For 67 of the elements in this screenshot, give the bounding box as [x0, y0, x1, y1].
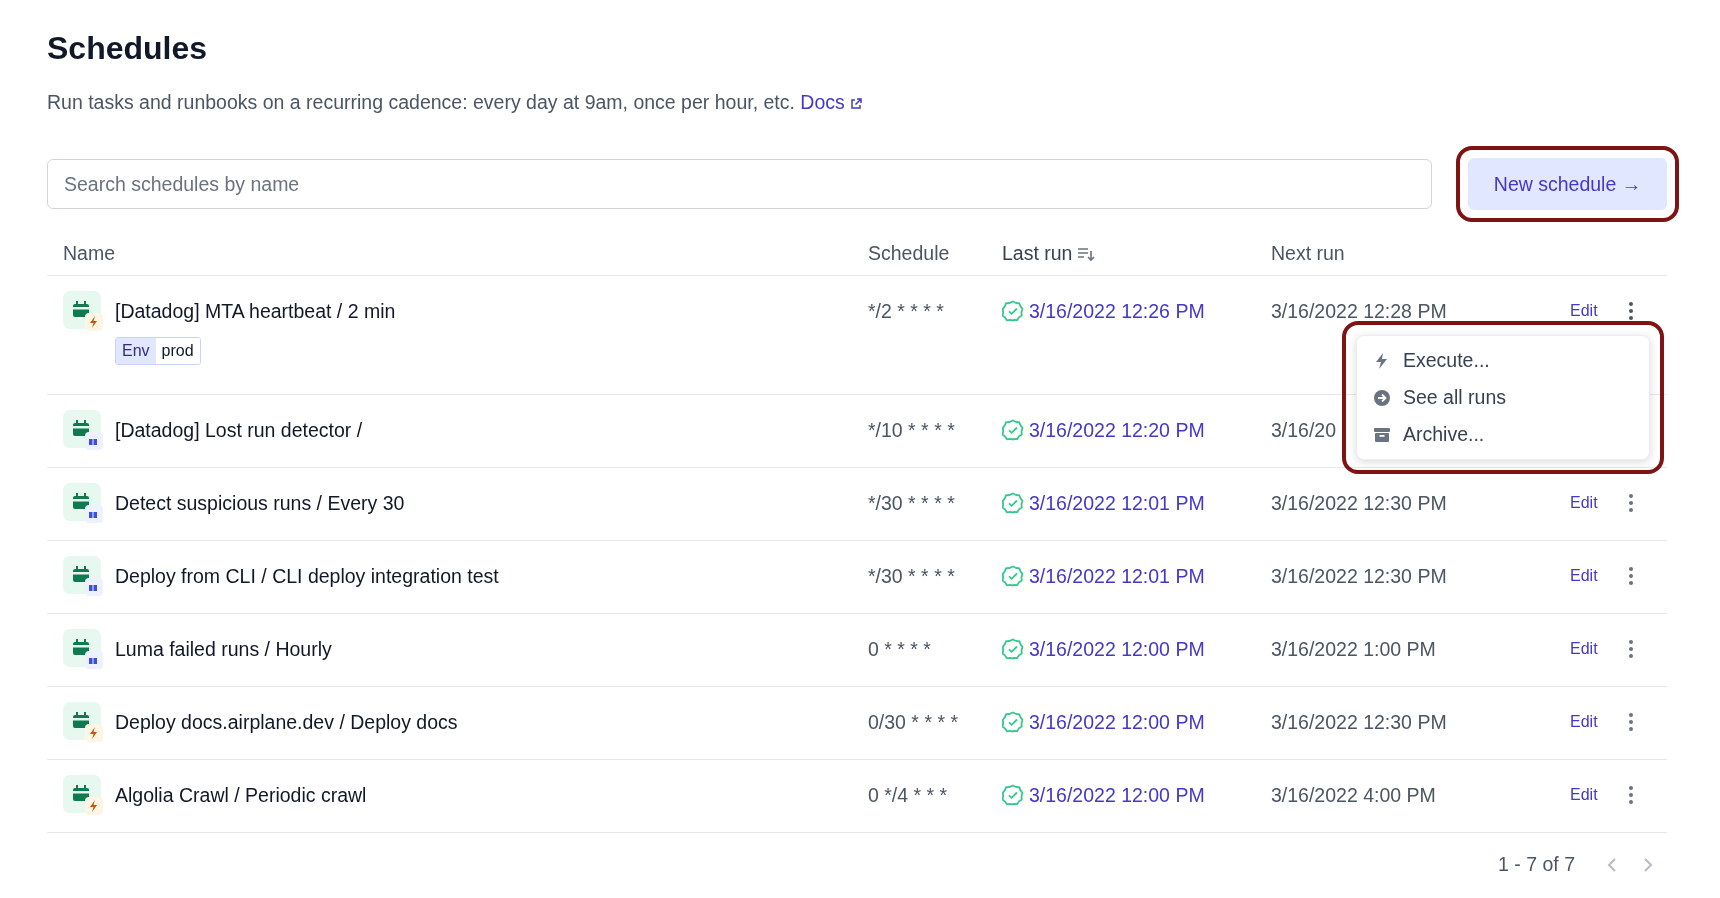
arrow-circle-icon: [1373, 388, 1391, 407]
chevron-left-icon: [1607, 856, 1617, 873]
page-title: Schedules: [47, 30, 209, 67]
more-vertical-icon: [1629, 302, 1633, 320]
cron-expression: */30 * * * *: [868, 564, 955, 588]
more-vertical-icon: [1629, 786, 1633, 804]
next-run-time: 3/16/2022 12:30 PM: [1271, 491, 1447, 515]
last-run-link[interactable]: 3/16/2022 12:01 PM: [1029, 491, 1205, 515]
schedule-name[interactable]: Deploy docs.airplane.dev / Deploy docs: [115, 702, 458, 742]
menu-item[interactable]: See all runs: [1357, 379, 1649, 416]
cron-expression: */30 * * * *: [868, 491, 955, 515]
edit-link[interactable]: Edit: [1570, 494, 1598, 512]
external-link-icon: [849, 98, 862, 110]
cron-expression: 0/30 * * * *: [868, 710, 958, 734]
schedule-icon: [63, 410, 105, 452]
edit-link[interactable]: Edit: [1570, 786, 1598, 804]
page-description: Run tasks and runbooks on a recurring cadence: every day at 9am, once per hour, etc. Docs: [47, 91, 1667, 114]
archive-icon: [1373, 425, 1391, 444]
last-run-link[interactable]: 3/16/2022 12:26 PM: [1029, 299, 1205, 323]
cron-expression: */10 * * * *: [868, 418, 955, 442]
schedule-icon: [63, 775, 105, 817]
schedule-icon: [63, 629, 105, 671]
schedule-name[interactable]: Deploy from CLI / CLI deploy integration test: [115, 556, 499, 596]
cron-expression: 0 * * * *: [868, 637, 931, 661]
more-vertical-icon: [1629, 713, 1633, 731]
menu-item[interactable]: Archive...: [1357, 416, 1649, 453]
menu-item[interactable]: Execute...: [1357, 342, 1649, 379]
next-run-time: 3/16/2022 1:00 PM: [1271, 637, 1436, 661]
edit-link[interactable]: Edit: [1570, 567, 1598, 585]
schedule-name[interactable]: [Datadog] Lost run detector /: [115, 410, 363, 450]
more-vertical-icon: [1629, 567, 1633, 585]
schedule-icon: [63, 291, 105, 333]
column-header[interactable]: Last run: [1002, 242, 1073, 265]
edit-link[interactable]: Edit: [1570, 302, 1598, 320]
schedule-name[interactable]: Luma failed runs / Hourly: [115, 629, 332, 669]
tag-key: Env: [116, 338, 156, 364]
schedule-icon: [63, 483, 105, 525]
page-range: 1 - 7 of 7: [1498, 853, 1575, 876]
more-vertical-icon: [1629, 640, 1633, 658]
next-run-time: 3/16/2022 12:28 PM: [1271, 299, 1447, 323]
next-run-time: 3/16/2022 4:00 PM: [1271, 783, 1436, 807]
last-run-link[interactable]: 3/16/2022 12:01 PM: [1029, 564, 1205, 588]
new-schedule-button[interactable]: New schedule →: [1468, 158, 1667, 210]
next-run-time: 3/16/2022 12:30 PM: [1271, 710, 1447, 734]
schedule-name[interactable]: Detect suspicious runs / Every 30: [115, 483, 405, 523]
next-run-time: 3/16/20: [1271, 418, 1337, 442]
schedule-icon: [63, 556, 105, 598]
sort-icon: [1077, 245, 1096, 262]
schedule-name[interactable]: Algolia Crawl / Periodic crawl: [115, 775, 367, 815]
cron-expression: */2 * * * *: [868, 299, 944, 323]
column-header[interactable]: Next run: [1271, 242, 1345, 265]
search-field[interactable]: Search schedules by name: [47, 159, 1432, 209]
edit-link[interactable]: Edit: [1570, 713, 1598, 731]
last-run-link[interactable]: 3/16/2022 12:20 PM: [1029, 418, 1205, 442]
column-header[interactable]: Schedule: [868, 242, 950, 265]
cron-expression: 0 */4 * * *: [868, 783, 948, 807]
last-run-link[interactable]: 3/16/2022 12:00 PM: [1029, 783, 1205, 807]
schedule-name[interactable]: [Datadog] MTA heartbeat / 2 min: [115, 291, 396, 331]
last-run-link[interactable]: 3/16/2022 12:00 PM: [1029, 637, 1205, 661]
last-run-link[interactable]: 3/16/2022 12:00 PM: [1029, 710, 1205, 734]
schedule-icon: [63, 702, 105, 744]
next-run-time: 3/16/2022 12:30 PM: [1271, 564, 1447, 588]
edit-link[interactable]: Edit: [1570, 640, 1598, 658]
chevron-right-icon: [1643, 856, 1653, 873]
more-vertical-icon: [1629, 494, 1633, 512]
docs-link[interactable]: Docs: [800, 91, 862, 113]
column-header[interactable]: Name: [63, 242, 116, 265]
